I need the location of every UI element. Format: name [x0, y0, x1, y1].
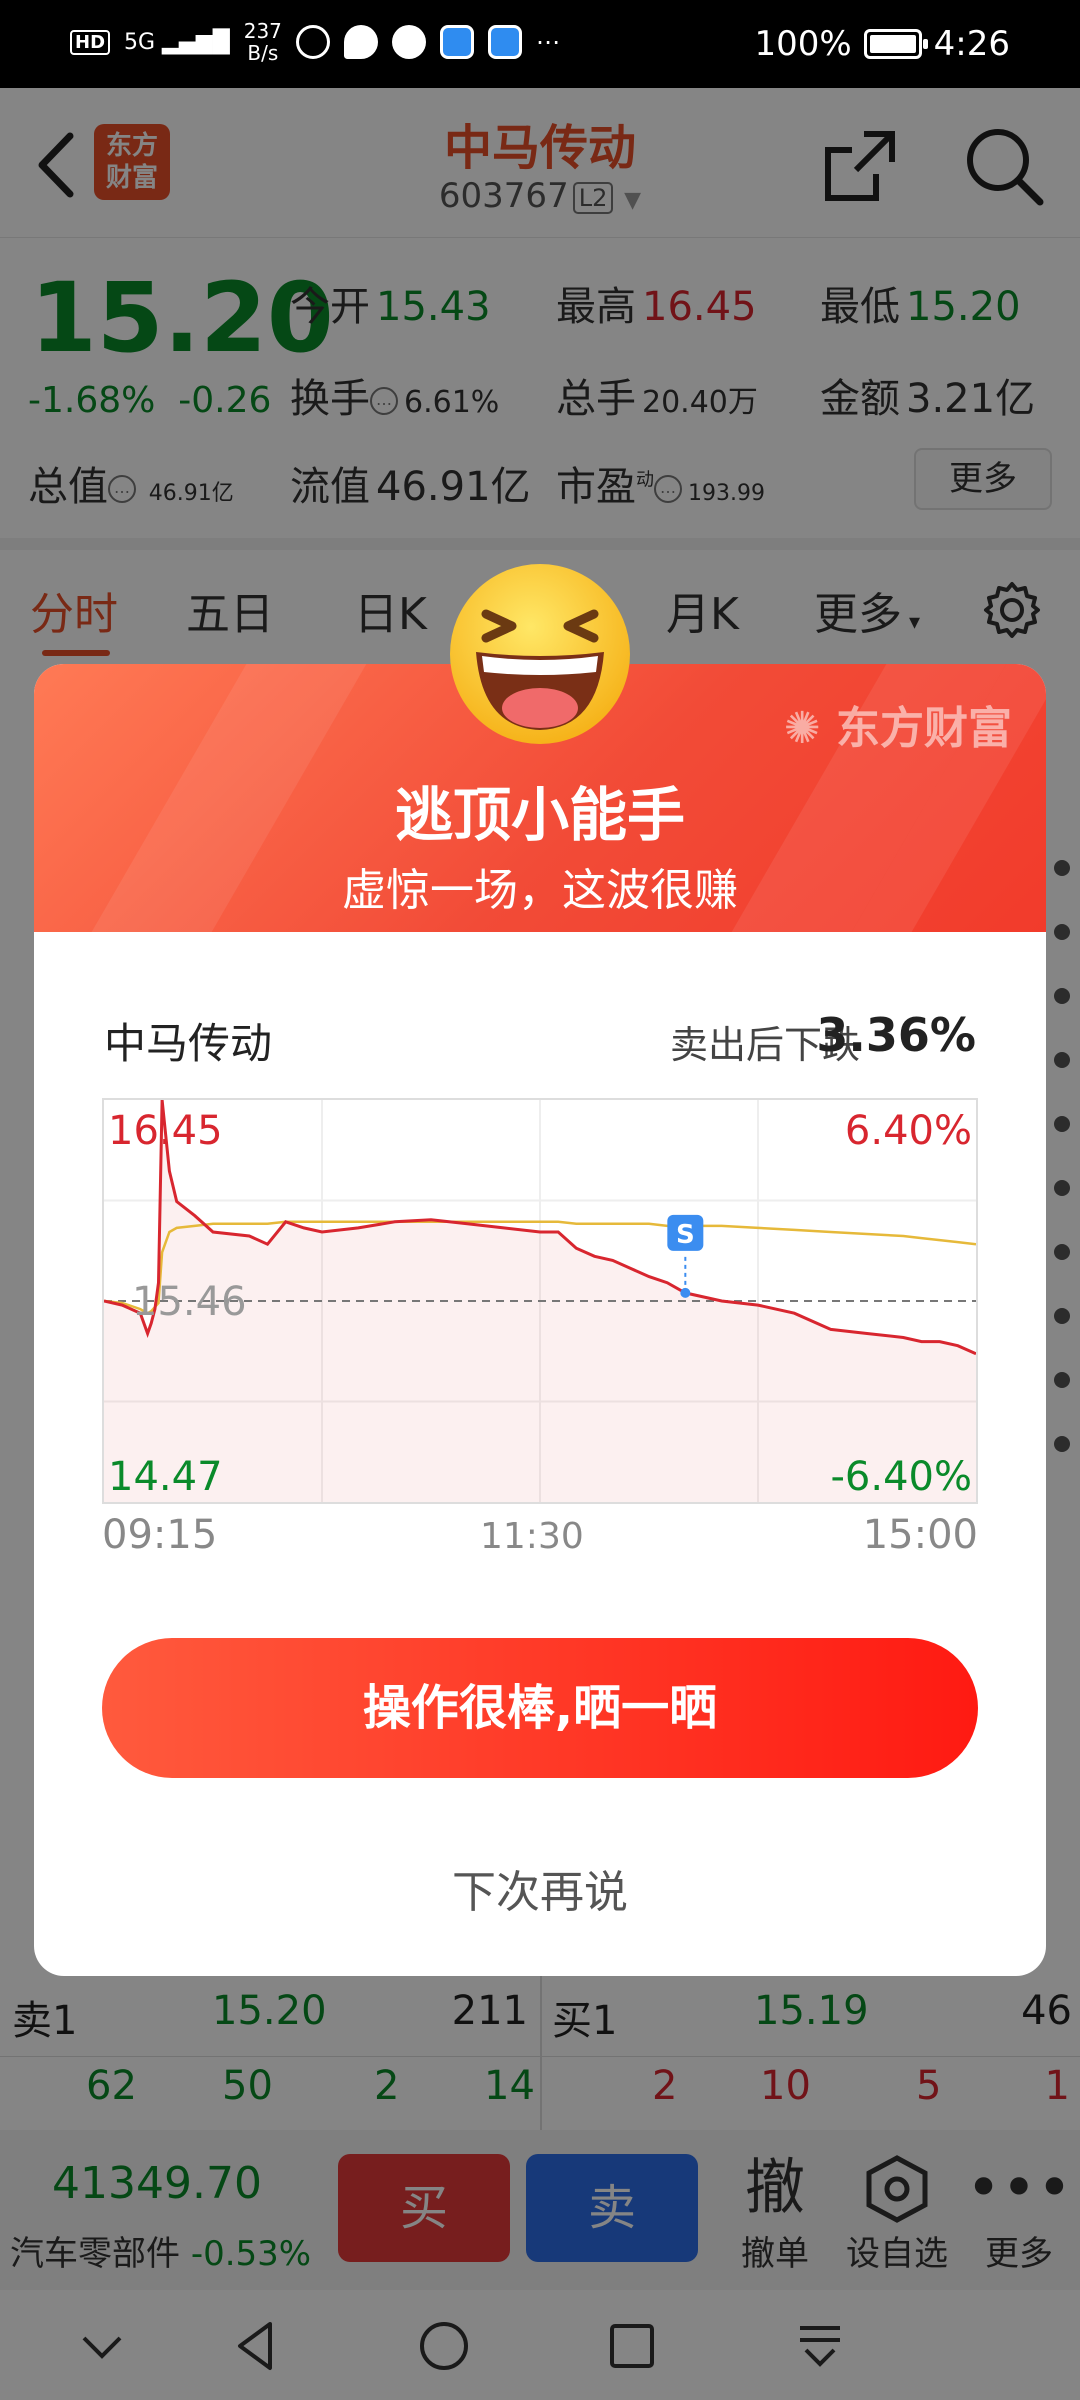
- intraday-chart-svg: S 16.45 6.40% 15.46 14.47 -6.40%: [103, 1099, 977, 1502]
- intraday-chart: S 16.45 6.40% 15.46 14.47 -6.40%: [102, 1098, 978, 1504]
- app-icon: [439, 25, 474, 59]
- hd-badge: HD: [70, 29, 111, 55]
- x-label-mid: 11:30: [480, 1516, 584, 1557]
- y-label-min: 14.47: [108, 1454, 223, 1500]
- network-label: 5G: [124, 29, 156, 55]
- sell-marker-dot: [680, 1287, 691, 1298]
- net-speed-value: 237: [243, 19, 282, 43]
- share-achievement-button[interactable]: 操作很棒,晒一晒: [102, 1638, 978, 1778]
- battery-percent: 100%: [754, 24, 852, 64]
- sell-marker-label: S: [676, 1220, 695, 1250]
- status-right: 100% 4:26: [754, 24, 1010, 64]
- pct-label-max: 6.40%: [845, 1108, 972, 1154]
- battery-icon: [863, 29, 928, 59]
- sync-icon: [295, 25, 330, 59]
- brand-icon: ✺: [783, 703, 821, 754]
- y-label-max: 16.45: [108, 1108, 223, 1154]
- dismiss-later-button[interactable]: 下次再说: [34, 1856, 1046, 1920]
- laughing-face-icon: [450, 564, 630, 744]
- net-speed: 237 B/s: [244, 20, 282, 64]
- popup-subtitle: 虚惊一场，这波很赚: [342, 865, 738, 916]
- audio-icon: [391, 25, 426, 59]
- signal-icon: 5G ▂▄▆█: [124, 29, 230, 55]
- x-label-start: 09:15: [102, 1512, 218, 1558]
- brand-text: 东方财富: [836, 703, 1012, 754]
- drop-after-sell-value: 3.36%: [816, 1008, 976, 1062]
- popup-stock-name: 中马传动: [104, 1019, 273, 1068]
- x-label-end: 15:00: [862, 1512, 978, 1558]
- brand-watermark: ✺ 东方财富: [784, 692, 1012, 756]
- popup-title: 逃顶小能手: [394, 781, 685, 849]
- pct-label-min: -6.40%: [830, 1454, 972, 1500]
- status-bar: HD 5G ▂▄▆█ 237 B/s ⋯ 100% 4:26: [0, 0, 1080, 88]
- chat-icon: [343, 25, 378, 59]
- y-label-mid: 15.46: [132, 1279, 247, 1325]
- net-speed-unit: B/s: [247, 41, 279, 65]
- clock: 4:26: [933, 24, 1010, 64]
- app-icon: [487, 25, 522, 59]
- achievement-popup: ✺ 东方财富 逃顶小能手 虚惊一场，这波很赚 中马传动 卖出后下跌 3.36% …: [34, 664, 1046, 1976]
- status-left: HD 5G ▂▄▆█ 237 B/s ⋯: [70, 20, 560, 64]
- more-notifications-icon: ⋯: [535, 28, 560, 56]
